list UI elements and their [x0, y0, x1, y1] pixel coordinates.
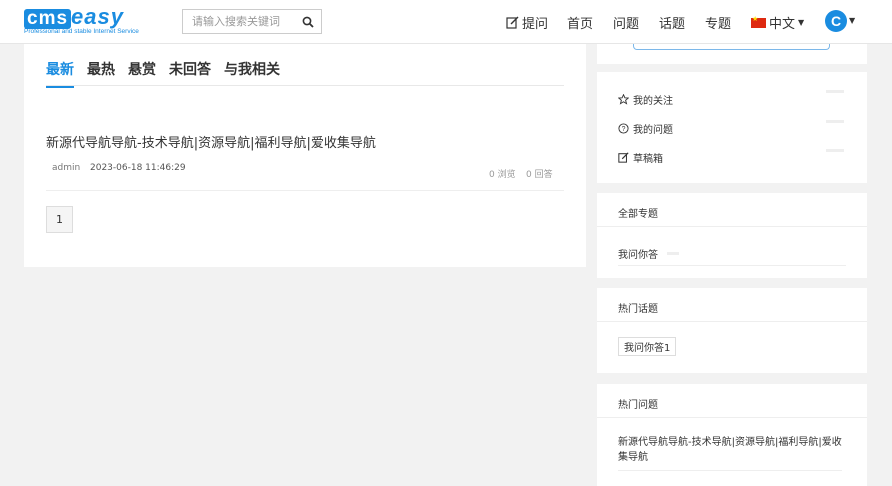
faint-badge [826, 120, 844, 123]
question-time: 2023-06-18 11:46:29 [90, 163, 186, 173]
sidebar-link-my-questions[interactable]: ? 我的问题 [618, 121, 673, 136]
cmseasy-logo[interactable]: cms easy Professional and stable Internet… [24, 6, 160, 37]
faint-badge [826, 90, 844, 93]
question-title-link[interactable]: 新源代导航导航-技术导航|资源导航|福利导航|爱收集导航 [46, 132, 376, 151]
card-header: 热门话题 [597, 288, 867, 322]
question-answers: 0 回答 [526, 170, 553, 180]
question-circle-icon: ? [618, 123, 629, 134]
tab-hottest[interactable]: 最热 [87, 59, 115, 86]
sidebar-hot-topics: 热门话题 我问你答1 [597, 288, 867, 373]
question-author[interactable]: admin [52, 163, 80, 173]
hot-question-link[interactable]: 新源代导航导航-技术导航|资源导航|福利导航|爱收集导航 [618, 435, 843, 465]
topic-tag[interactable]: 我问你答1 [618, 337, 677, 356]
language-label: 中文 [769, 17, 796, 32]
search-box [182, 9, 322, 34]
caret-down-icon: ▼ [798, 18, 805, 27]
card-header: 热门问题 [597, 384, 867, 418]
card-title: 全部专题 [618, 209, 658, 220]
special-item-link[interactable]: 我问你答 [618, 246, 658, 261]
sidebar-ask-card [597, 44, 867, 64]
faint-badge [826, 149, 844, 152]
faint-mark [667, 252, 679, 255]
nav-questions[interactable]: 问题 [613, 13, 639, 32]
search-button[interactable] [294, 10, 321, 33]
svg-text:?: ? [622, 126, 626, 133]
sidebar-all-specials: 全部专题 我问你答 [597, 193, 867, 278]
sidebar-user-links: 我的关注 ? 我的问题 草稿箱 [597, 72, 867, 183]
tabs-divider [46, 85, 564, 86]
card-header: 全部专题 [597, 193, 867, 227]
card-title: 热门问题 [618, 400, 658, 411]
edit-icon [618, 152, 629, 163]
tab-latest[interactable]: 最新 [46, 59, 74, 88]
sidebar-link-drafts-label: 草稿箱 [633, 154, 663, 165]
card-divider [618, 265, 846, 266]
edit-icon [506, 16, 519, 29]
tab-unanswered[interactable]: 未回答 [169, 59, 211, 86]
user-avatar[interactable]: C [825, 10, 847, 32]
logo-tagline: Professional and stable Internet Service [24, 28, 139, 35]
nav-ask-label: 提问 [522, 17, 549, 32]
sidebar-ask-button-edge[interactable] [633, 44, 830, 50]
question-row-divider [46, 190, 564, 191]
question-list-panel: 最新 最热 悬赏 未回答 与我相关 新源代导航导航-技术导航|资源导航|福利导航… [24, 44, 586, 267]
nav-ask[interactable]: 提问 [506, 13, 548, 32]
pagination-page-1[interactable]: 1 [46, 206, 73, 233]
search-icon [302, 16, 314, 28]
star-outline-icon [618, 94, 629, 105]
tab-related-to-me[interactable]: 与我相关 [224, 59, 280, 86]
sidebar-link-my-questions-label: 我的问题 [633, 125, 673, 136]
card-title: 热门话题 [618, 304, 658, 315]
sidebar-link-following[interactable]: 我的关注 [618, 92, 673, 107]
china-flag-icon [751, 15, 766, 28]
question-views: 0 浏览 [489, 170, 516, 180]
sidebar-link-following-label: 我的关注 [633, 96, 673, 107]
sidebar-hot-questions: 热门问题 新源代导航导航-技术导航|资源导航|福利导航|爱收集导航 [597, 384, 867, 486]
search-input[interactable] [183, 10, 295, 33]
nav-home[interactable]: 首页 [567, 13, 593, 32]
nav-specials[interactable]: 专题 [705, 13, 731, 32]
avatar-caret-down-icon[interactable]: ▼ [849, 16, 855, 25]
top-header: cms easy Professional and stable Internet… [0, 0, 892, 44]
sidebar-link-drafts[interactable]: 草稿箱 [618, 150, 663, 165]
logo-wordmark: cms easy [24, 6, 124, 29]
language-switcher[interactable]: 中文 ▼ [751, 13, 804, 32]
nav-topics[interactable]: 话题 [659, 13, 685, 32]
card-divider [618, 470, 842, 471]
tab-bounty[interactable]: 悬赏 [128, 59, 156, 86]
